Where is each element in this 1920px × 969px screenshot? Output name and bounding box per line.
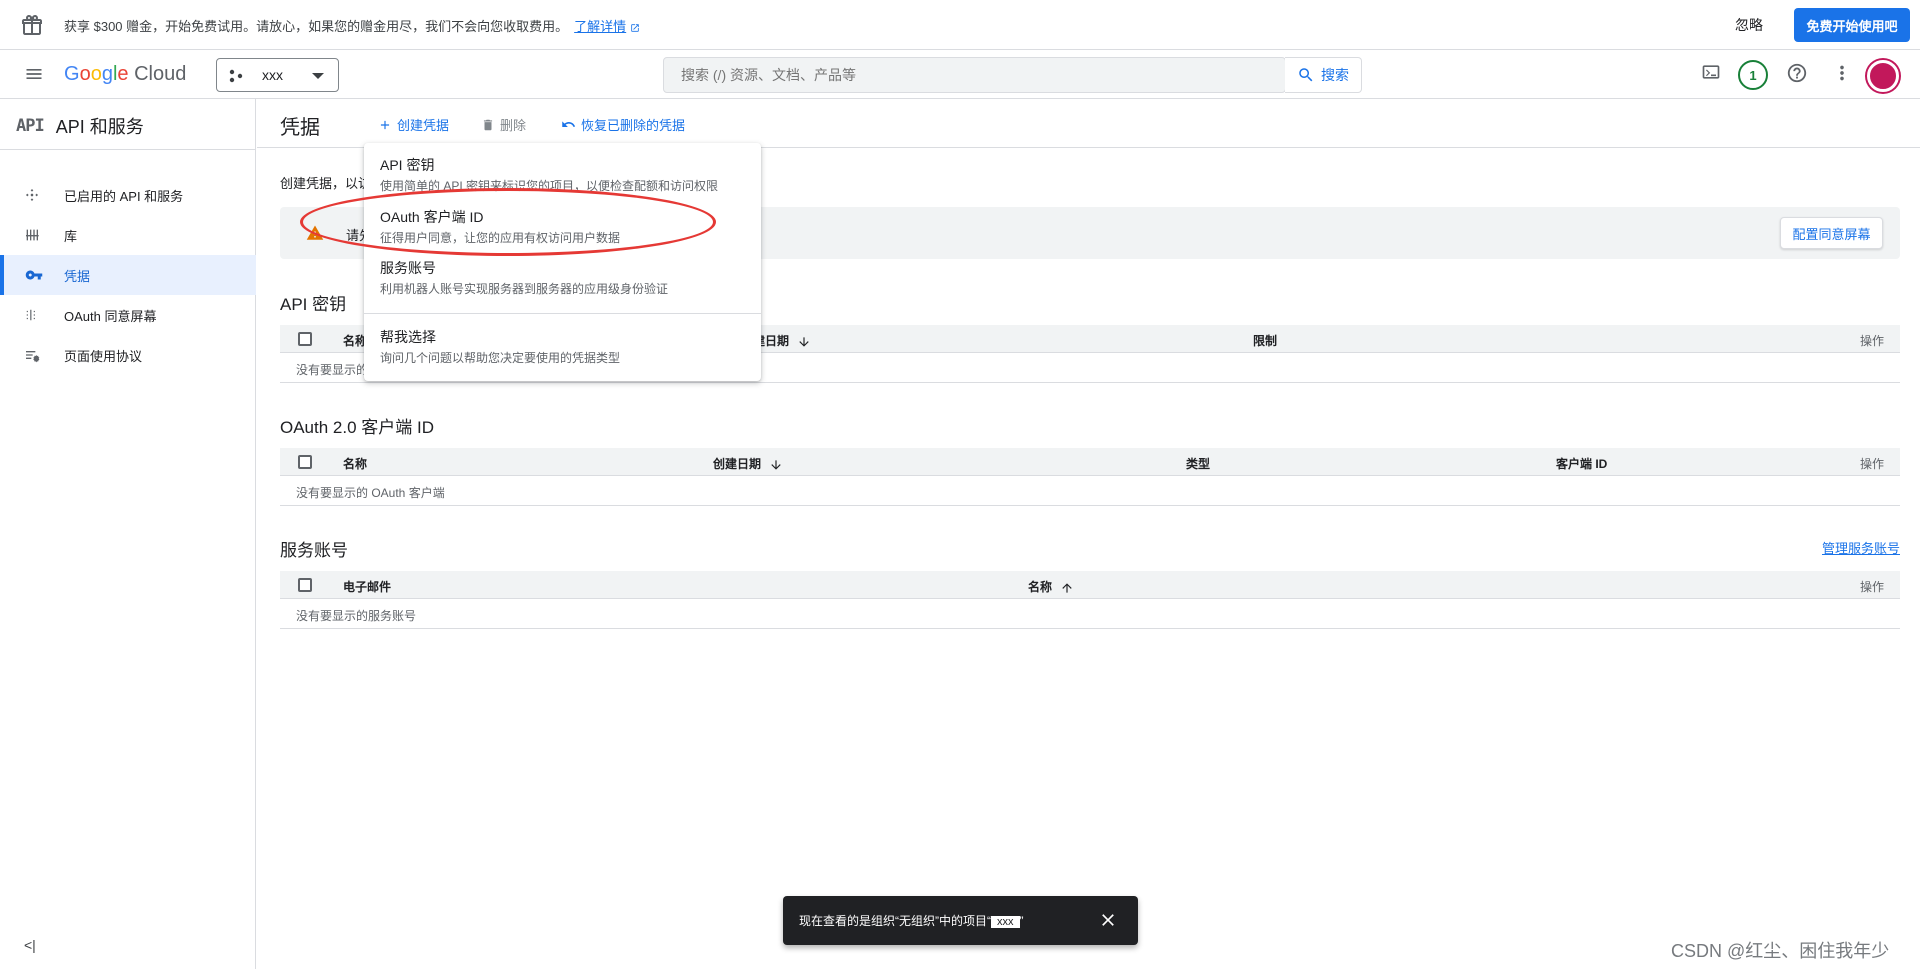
notifications-badge[interactable]: 1 — [1738, 60, 1768, 90]
google-cloud-logo[interactable]: Google Cloud — [64, 63, 186, 86]
api-icon: API — [16, 116, 45, 136]
sidebar-title-text: API 和服务 — [55, 117, 144, 137]
sidebar: API API 和服务 已启用的 API 和服务 库 凭据 OAuth 同意屏幕… — [0, 99, 256, 969]
oauth-title: OAuth 2.0 客户端 ID — [280, 418, 434, 437]
snackbar-project: xxx — [991, 916, 1020, 928]
menu-item-help-me-choose[interactable]: 帮我选择 询问几个问题以帮助您决定要使用的凭据类型 — [380, 327, 620, 366]
learn-more-link[interactable]: 了解详情 — [574, 19, 626, 34]
apis-icon — [26, 189, 38, 201]
column-actions: 操作 — [1859, 457, 1884, 471]
column-name[interactable]: 名称 — [1028, 578, 1074, 595]
close-icon[interactable] — [1098, 910, 1118, 930]
avatar[interactable] — [1867, 60, 1899, 92]
column-actions: 操作 — [1859, 580, 1884, 594]
sidebar-item-page-agreements[interactable]: 页面使用协议 — [0, 335, 256, 375]
menu-item-service-account[interactable]: 服务账号 利用机器人账号实现服务器到服务器的应用级身份验证 — [380, 258, 668, 297]
library-icon — [26, 229, 39, 241]
column-actions: 操作 — [1859, 334, 1884, 348]
column-created[interactable]: 创建日期 — [713, 455, 783, 472]
more-vert-icon[interactable] — [1831, 62, 1853, 84]
snackbar: 现在查看的是组织“无组织”中的项目“ xxx” — [783, 896, 1138, 945]
column-restrictions: 限制 — [1253, 334, 1278, 348]
empty-row: 没有要显示的 OAuth 客户端 — [280, 476, 1900, 506]
service-accounts-table: 电子邮件 名称 操作 没有要显示的服务账号 — [280, 571, 1900, 629]
sidebar-title: API API 和服务 — [16, 113, 144, 139]
highlight-oval — [300, 188, 716, 256]
select-all-checkbox[interactable] — [298, 332, 312, 346]
select-all-checkbox[interactable] — [298, 455, 312, 469]
agreements-icon — [26, 351, 40, 363]
sidebar-item-enabled-apis[interactable]: 已启用的 API 和服务 — [0, 175, 256, 215]
key-icon — [25, 270, 43, 280]
cloud-shell-icon[interactable] — [1701, 62, 1721, 82]
add-icon — [380, 120, 390, 129]
table-header: 电子邮件 名称 操作 — [280, 571, 1900, 599]
restore-deleted-button[interactable]: 恢复已删除的凭据 — [561, 115, 685, 134]
table-header: 名称 创建日期 类型 客户端 ID 操作 — [280, 448, 1900, 476]
snackbar-message: 现在查看的是组织“无组织”中的项目“ xxx” — [799, 914, 1024, 928]
create-credentials-menu: API 密钥 使用简单的 API 密钥来标识您的项目，以便检查配额和访问权限 O… — [364, 143, 761, 381]
consent-icon — [26, 309, 35, 321]
search-button-label: 搜索 — [1321, 67, 1349, 83]
project-name: xxx — [262, 67, 283, 83]
arrow-down-icon — [799, 337, 809, 347]
service-accounts-title: 服务账号 — [280, 541, 348, 560]
api-keys-title: API 密钥 — [280, 295, 347, 314]
column-client-id[interactable]: 客户端 ID — [1556, 455, 1607, 472]
column-type[interactable]: 类型 — [1186, 455, 1210, 472]
app-header: Google Cloud xxx 搜索 1 — [0, 50, 1920, 99]
sidebar-item-label: 页面使用协议 — [64, 348, 143, 364]
undo-icon — [562, 121, 576, 127]
chevron-down-icon — [312, 73, 324, 79]
sidebar-item-label: 库 — [64, 228, 78, 244]
menu-divider — [364, 313, 761, 314]
select-all-checkbox[interactable] — [298, 578, 312, 592]
dismiss-button[interactable]: 忽略 — [1735, 15, 1763, 35]
configure-consent-button[interactable]: 配置同意屏幕 — [1780, 217, 1883, 249]
search-icon — [1299, 68, 1313, 82]
create-credentials-button[interactable]: 创建凭据 — [378, 115, 449, 134]
search-button[interactable]: 搜索 — [1285, 57, 1362, 93]
sidebar-item-label: 凭据 — [64, 268, 91, 284]
sidebar-item-label: 已启用的 API 和服务 — [64, 188, 184, 204]
help-icon[interactable] — [1786, 62, 1808, 84]
sidebar-item-label: OAuth 同意屏幕 — [64, 308, 157, 324]
start-free-button[interactable]: 免费开始使用吧 — [1794, 8, 1910, 42]
arrow-up-icon — [1062, 583, 1072, 593]
menu-icon[interactable] — [24, 64, 44, 84]
search-input[interactable] — [664, 58, 1286, 92]
watermark: CSDN @红尘、困住我年少 — [1671, 941, 1890, 961]
page-title: 凭据 — [280, 117, 320, 139]
oauth-table: 名称 创建日期 类型 客户端 ID 操作 没有要显示的 OAuth 客户端 — [280, 448, 1900, 506]
manage-service-accounts-link[interactable]: 管理服务账号 — [1822, 538, 1900, 557]
sidebar-item-oauth-consent[interactable]: OAuth 同意屏幕 — [0, 295, 256, 335]
collapse-sidebar-icon[interactable]: <| — [24, 937, 36, 953]
toolbar: 凭据 创建凭据 删除 恢复已删除的凭据 — [257, 99, 1920, 148]
sidebar-item-credentials[interactable]: 凭据 — [0, 255, 256, 295]
project-picker[interactable]: xxx — [216, 58, 339, 92]
promo-text: 获享 $300 赠金，开始免费试用。请放心，如果您的赠金用尽，我们不会向您收取费… — [64, 19, 569, 34]
delete-icon — [483, 119, 493, 130]
project-icon — [229, 69, 243, 83]
arrow-down-icon — [771, 460, 781, 470]
search-box — [663, 57, 1286, 93]
column-email[interactable]: 电子邮件 — [343, 578, 391, 595]
promo-banner: 获享 $300 赠金，开始免费试用。请放心，如果您的赠金用尽，我们不会向您收取费… — [0, 0, 1920, 50]
intro-text: 创建凭据，以访 — [280, 176, 372, 191]
sidebar-item-library[interactable]: 库 — [0, 215, 256, 255]
delete-button[interactable]: 删除 — [481, 115, 526, 134]
empty-row: 没有要显示的服务账号 — [280, 599, 1900, 629]
sidebar-divider — [0, 149, 256, 150]
external-link-icon — [631, 23, 639, 32]
gift-icon — [22, 15, 42, 35]
column-name[interactable]: 名称 — [343, 455, 367, 472]
